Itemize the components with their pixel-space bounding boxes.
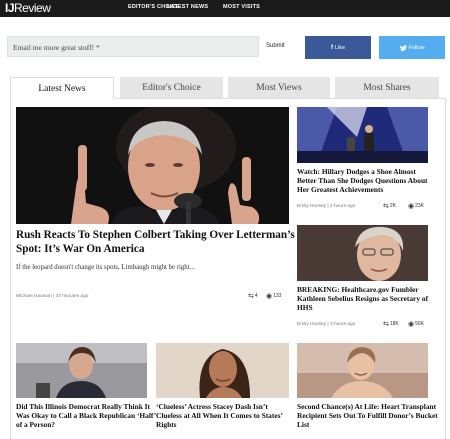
twitter-bird-icon [399,44,407,51]
twitter-follow-button[interactable]: Follow [379,36,445,59]
share-icon: ⇆ [248,293,254,300]
share-icon: ⇆ [383,203,389,210]
stacey-dash-photo [156,343,289,398]
email-subscribe-field[interactable] [7,36,259,57]
eye-icon: ◉ [408,203,415,210]
submit-button[interactable]: Submit [266,43,285,49]
bottom-article-3-title[interactable]: Second Chance(s) At Life: Heart Transpla… [297,402,439,430]
share-icon: ⇆ [383,321,389,328]
side-article-1-image[interactable] [297,107,428,163]
bottom-article-1-image[interactable] [16,343,147,398]
featured-article-dek: If the leopard doesn't change its spots,… [16,264,195,271]
side-article-1-byline: Emily Hussey | 2 hours ago [297,204,356,209]
bottom-article-1-title[interactable]: Did This Illinois Democrat Really Think … [16,402,156,430]
featured-views: ◉ 133 [266,293,282,300]
hillary-stage-photo [297,107,428,163]
bottom-article-3-image[interactable] [297,343,428,398]
side-article-1-shares: ⇆ 2K [383,203,396,210]
featured-article-byline: Michael Hausam | 47 minutes ago [16,294,89,299]
side-article-2-shares: ⇆ 18K [383,321,399,328]
side-article-2-views: ◉ 56K [408,321,425,328]
sebelius-photo [297,225,428,281]
featured-article-title[interactable]: Rush Reacts To Stephen Colbert Taking Ov… [16,229,296,256]
follow-label: Follow [408,44,425,51]
tab-latest-news[interactable]: Latest News [10,77,114,99]
featured-article-image[interactable] [16,107,289,224]
tab-most-shares[interactable]: Most Shares [335,77,439,99]
panel-border-left [10,99,11,439]
bottom-article-2-image[interactable] [156,343,289,398]
panel-border-right [445,99,446,439]
illinois-democrat-photo [16,343,147,398]
side-article-2-byline: Emily Hussey | 3 hours ago [297,322,356,327]
side-article-1-title[interactable]: Watch: Hillary Dodges a Shoe Almost Bett… [297,167,437,195]
side-article-2-image[interactable] [297,225,428,281]
site-logo[interactable]: IJReview [5,1,51,15]
tab-editors-choice[interactable]: Editor's Choice [120,77,223,99]
featured-shares: ⇆ 4 [248,293,258,300]
rush-limbaugh-photo [16,107,289,224]
side-article-1-views: ◉ 23K [408,203,425,210]
nav-most-visits[interactable]: MOST VISITS [223,4,260,10]
tab-divider [114,98,446,99]
eye-icon: ◉ [408,321,415,328]
eye-icon: ◉ [266,293,273,300]
tab-most-views[interactable]: Most Views [228,77,330,99]
top-navigation-bar: IJReview EDITOR'S CHOICE LATEST NEWS MOS… [0,0,450,17]
facebook-icon: f [330,44,333,51]
email-input[interactable] [8,38,258,57]
bottom-article-2-title[interactable]: ‘Clueless’ Actress Stacey Dash Isn’t Clu… [156,402,294,430]
facebook-like-button[interactable]: f Like [305,36,371,59]
like-label: Like [334,44,346,51]
nav-latest-news[interactable]: LATEST NEWS [167,4,208,10]
side-article-2-title[interactable]: BREAKING: Healthcare.gov Fumbler Kathlee… [297,285,437,313]
transplant-recipient-photo [297,343,428,398]
